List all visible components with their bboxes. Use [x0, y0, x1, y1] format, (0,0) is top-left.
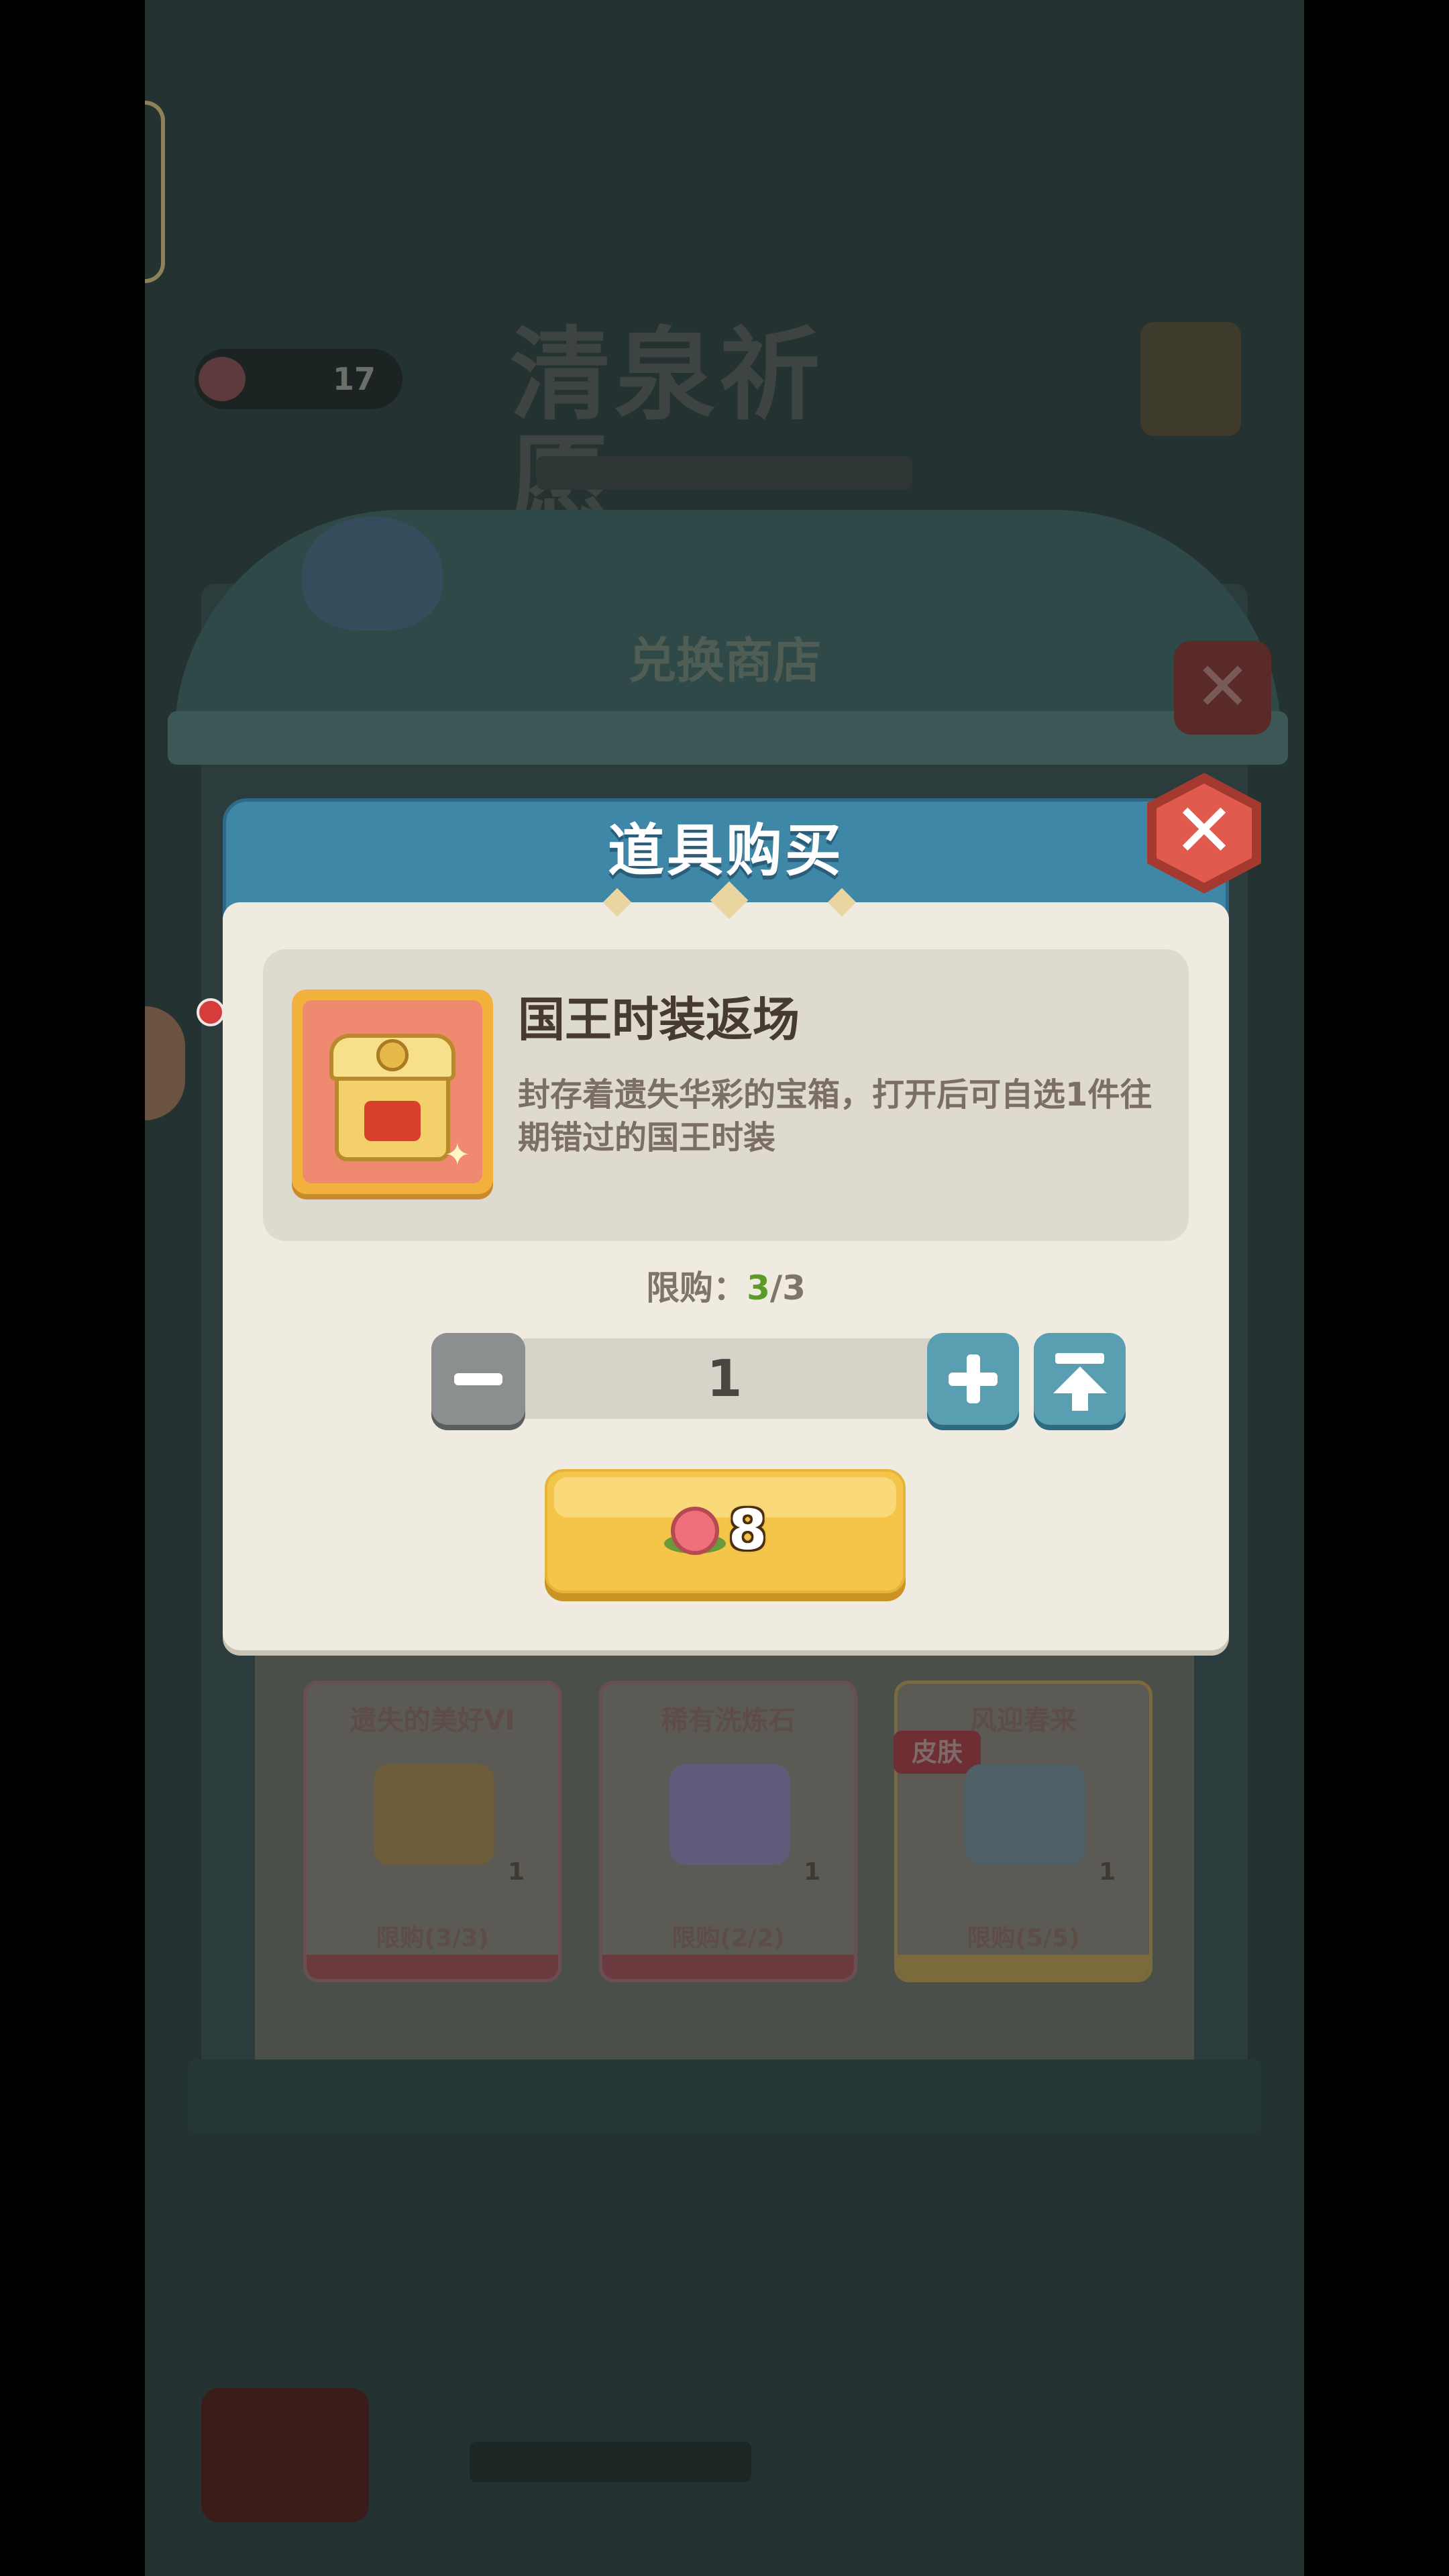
treasure-chest-icon: ✦ — [292, 989, 493, 1194]
currency-display: 17 — [195, 349, 402, 409]
bag-icon — [1140, 322, 1241, 436]
shop-item-qty: 1 — [507, 1858, 525, 1886]
chest-icon — [374, 1764, 494, 1865]
purchase-limit: 限购：3/3 — [223, 1261, 1229, 1315]
shop-item-price-bar — [602, 1955, 854, 1979]
modal-title: 道具购买 — [607, 818, 844, 883]
item-description: 封存着遗失华彩的宝箱，打开后可自选1件往期错过的国王时装 — [518, 1076, 1152, 1157]
pinwheel-icon — [965, 1764, 1085, 1865]
shop-item-price-bar — [307, 1955, 558, 1979]
bottom-text — [470, 2442, 751, 2482]
limit-current: 3 — [747, 1269, 770, 1307]
shop-item-name: 遗失的美好VI — [350, 1705, 515, 1736]
buy-price: 8 — [729, 1499, 767, 1562]
shop-close-button — [1174, 641, 1271, 735]
bird-mascot — [302, 517, 443, 631]
shop-title: 兑换商店 — [627, 633, 821, 689]
notification-dot — [197, 998, 225, 1026]
shop-item-price-bar — [898, 1955, 1149, 1979]
crystal-icon — [669, 1764, 790, 1865]
shop-arch-band — [168, 711, 1288, 765]
limit-max: 3 — [782, 1269, 806, 1307]
shop-item-name: 稀有洗炼石 — [661, 1705, 796, 1736]
minus-icon — [454, 1373, 502, 1385]
screen-title: 清泉祈愿 — [510, 317, 824, 537]
shop-item-limit: 限购(3/3) — [376, 1925, 489, 1952]
sparkle-icon: ✦ — [444, 1136, 470, 1173]
close-button[interactable]: ✕ — [1147, 773, 1261, 894]
close-x-glyph: ✕ — [1173, 788, 1236, 873]
shop-item-card: 遗失的美好VI 1 限购(3/3) — [303, 1680, 561, 1982]
bottom-action-button — [201, 2388, 369, 2522]
buy-button[interactable]: 8 — [545, 1469, 906, 1593]
shop-item-qty: 1 — [1098, 1858, 1116, 1886]
quantity-value[interactable]: 1 — [523, 1338, 926, 1419]
limit-label: 限购： — [646, 1269, 747, 1307]
shop-footer — [188, 2059, 1261, 2133]
shop-item-card: 风迎春来 皮肤 1 限购(5/5) — [894, 1680, 1152, 1982]
screen-subtitle-bar — [537, 456, 912, 490]
shop-item-qty: 1 — [803, 1858, 820, 1886]
shop-item-card: 稀有洗炼石 1 限购(2/2) — [599, 1680, 857, 1982]
currency-count: 17 — [332, 361, 376, 397]
decrease-button[interactable] — [431, 1333, 525, 1425]
limit-separator: / — [769, 1269, 783, 1307]
shop-item-limit: 限购(5/5) — [967, 1925, 1080, 1952]
item-name: 国王时装返场 — [518, 992, 800, 1047]
flower-gem-icon — [199, 357, 246, 401]
skin-tag: 皮肤 — [894, 1731, 981, 1774]
max-quantity-button[interactable] — [1034, 1333, 1126, 1425]
increase-button[interactable] — [927, 1333, 1019, 1425]
flower-gem-icon — [671, 1507, 719, 1555]
edge-tab — [145, 101, 165, 283]
max-arrow-icon — [1055, 1353, 1104, 1364]
shop-item-limit: 限购(2/2) — [672, 1925, 785, 1952]
